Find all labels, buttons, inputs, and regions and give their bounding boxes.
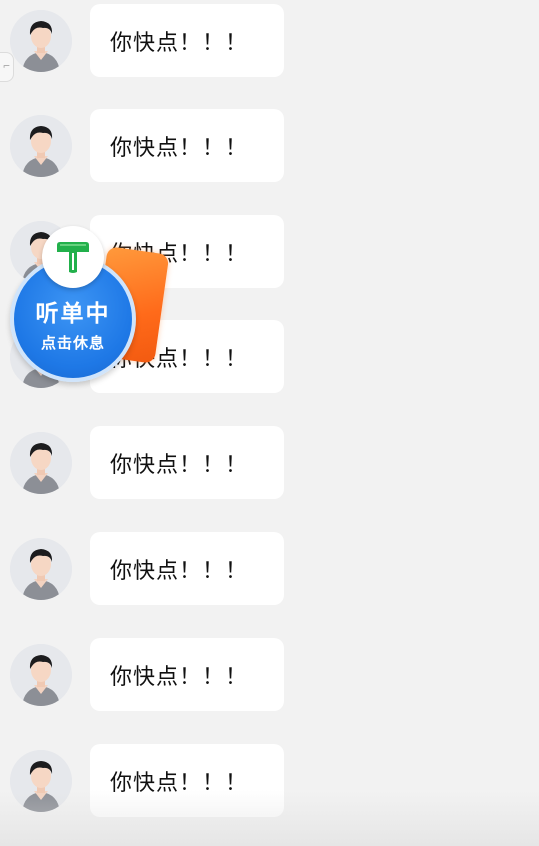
- message-text: 你快点！！！: [110, 452, 249, 478]
- user-avatar-icon: [10, 750, 72, 812]
- avatar[interactable]: [10, 750, 72, 812]
- message-bubble[interactable]: 你快点！！！: [90, 109, 284, 182]
- message-text: 你快点！！！: [110, 558, 249, 584]
- avatar[interactable]: [10, 432, 72, 494]
- side-pull-tab[interactable]: ⌐: [0, 52, 14, 82]
- chat-message-row: 你快点！！！: [0, 109, 539, 185]
- user-avatar-icon: [10, 115, 72, 177]
- user-avatar-icon: [10, 644, 72, 706]
- side-tab-label: ⌐: [2, 62, 11, 72]
- message-text: 你快点！！！: [110, 135, 249, 161]
- avatar[interactable]: [10, 115, 72, 177]
- message-bubble[interactable]: 你快点！！！: [90, 532, 284, 605]
- avatar[interactable]: [10, 644, 72, 706]
- chat-message-row: 你快点！！！: [0, 4, 539, 80]
- user-avatar-icon: [10, 432, 72, 494]
- user-avatar-icon: [10, 538, 72, 600]
- t-logo-icon: [57, 242, 89, 273]
- chat-message-row: 你快点！！！: [0, 744, 539, 820]
- message-bubble[interactable]: 你快点！！！: [90, 638, 284, 711]
- chat-message-row: 你快点！！！: [0, 532, 539, 608]
- user-avatar-icon: [10, 10, 72, 72]
- avatar[interactable]: [10, 538, 72, 600]
- message-text: 你快点！！！: [110, 664, 249, 690]
- listening-status-title: 听单中: [35, 300, 111, 327]
- message-text: 你快点！！！: [110, 770, 249, 796]
- chat-message-row: 你快点！！！: [0, 426, 539, 502]
- message-text: 你快点！！！: [110, 30, 249, 56]
- t-logo-icon: [42, 226, 104, 288]
- chat-message-list: 你快点！！！ 你快点！！！ 你快点！！！ 你快点！！！ 你快点！！！ 你快点！！…: [0, 0, 539, 846]
- tap-to-rest-label: 点击休息: [40, 334, 105, 352]
- avatar[interactable]: [10, 10, 72, 72]
- message-bubble[interactable]: 你快点！！！: [90, 4, 284, 77]
- listening-float-widget[interactable]: 听单中 点击休息: [8, 226, 170, 388]
- message-bubble[interactable]: 你快点！！！: [90, 426, 284, 499]
- chat-message-row: 你快点！！！: [0, 638, 539, 714]
- message-bubble[interactable]: 你快点！！！: [90, 744, 284, 817]
